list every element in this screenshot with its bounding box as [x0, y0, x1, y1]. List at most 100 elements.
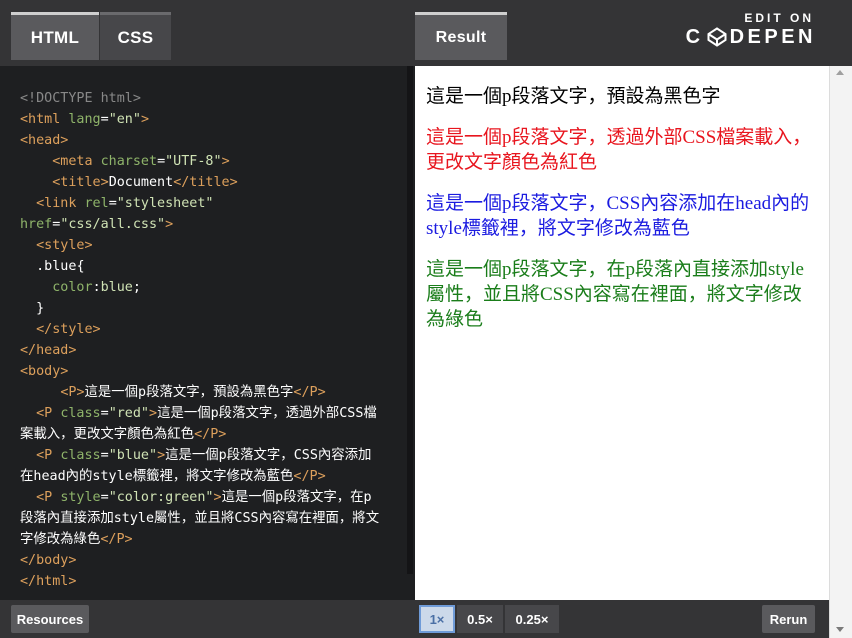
code-token: <P [20, 490, 61, 505]
code-token: 這是一個p段落文字，預設為黑色字 [84, 385, 294, 400]
code-token: href [20, 217, 53, 232]
code-token: > [140, 112, 149, 127]
code-line: <!DOCTYPE html> [20, 88, 382, 109]
code-line: href="css/all.css"> [20, 214, 382, 235]
code-token: "UTF-8" [165, 154, 222, 169]
code-token: { [76, 259, 85, 274]
html-code-editor[interactable]: <!DOCTYPE html> <html lang="en"> <head> <m… [0, 66, 415, 600]
codepen-wordmark: C DEPEN [686, 27, 816, 47]
codepen-brand-link[interactable]: EDIT ON C DEPEN [686, 11, 816, 47]
code-line: <head> [20, 130, 382, 151]
code-token: lang [68, 112, 101, 127]
code-line: <P style="color:green">這是一個p段落文字，在p段落內直接… [20, 487, 382, 550]
code-token: </P> [100, 532, 133, 547]
code-token: class [60, 406, 101, 421]
code-token: "blue" [108, 448, 158, 463]
code-token: "color:green" [108, 490, 214, 505]
result-preview: 這是一個p段落文字，預設為黑色字 這是一個p段落文字，透過外部CSS檔案載入，更… [415, 66, 829, 600]
code-line: </head> [20, 340, 382, 361]
result-scrollbar[interactable] [829, 66, 852, 638]
code-line: <html lang="en"> [20, 109, 382, 130]
code-token: </html> [20, 574, 77, 589]
bottom-bar [0, 600, 829, 638]
code-line: <style> [20, 235, 382, 256]
code-line: <link rel="stylesheet" [20, 193, 382, 214]
code-content[interactable]: <!DOCTYPE html> <html lang="en"> <head> <m… [20, 88, 382, 592]
codepen-wordmark-right: DEPEN [729, 26, 816, 48]
code-line: </style> [20, 319, 382, 340]
result-paragraph-black: 這是一個p段落文字，預設為黑色字 [426, 86, 721, 107]
code-token: "css/all.css" [60, 217, 166, 232]
code-token: > [165, 217, 174, 232]
editor-scrollbar[interactable] [405, 66, 415, 574]
code-token: = [100, 406, 109, 421]
code-token: > [213, 490, 222, 505]
result-paragraph-blue: 這是一個p段落文字，CSS內容添加在head內的style標籤裡，將文字修改為藍… [426, 193, 810, 239]
result-paragraph-green: 這是一個p段落文字，在p段落內直接添加style屬性，並且將CSS內容寫在裡面，… [426, 259, 804, 330]
code-token: = [100, 112, 109, 127]
code-token: "stylesheet" [116, 196, 214, 211]
zoom-0-5x-button[interactable]: 0.5× [457, 605, 503, 633]
editor-scrollbar-thumb[interactable] [407, 66, 413, 574]
code-token: <P> [20, 385, 85, 400]
code-token: </style> [20, 322, 101, 337]
code-line: <title>Document</title> [20, 172, 382, 193]
edit-on-label: EDIT ON [744, 11, 814, 25]
resources-button[interactable]: Resources [11, 605, 89, 633]
code-line: </html> [20, 571, 382, 592]
zoom-1x-button[interactable]: 1× [419, 605, 455, 633]
code-token: <link [20, 196, 85, 211]
tab-html[interactable]: HTML [11, 12, 99, 60]
scroll-down-arrow-icon[interactable] [836, 627, 844, 632]
code-token: = [157, 154, 166, 169]
code-token: blue [100, 280, 133, 295]
code-token: class [60, 448, 101, 463]
code-token: > [221, 154, 230, 169]
code-token: <style> [20, 238, 93, 253]
code-token: </body> [20, 553, 77, 568]
code-line: </body> [20, 550, 382, 571]
code-token: style [60, 490, 101, 505]
code-line: <P class="blue">這是一個p段落文字，CSS內容添加在head內的… [20, 445, 382, 487]
tab-result[interactable]: Result [415, 12, 507, 60]
code-token: <head> [20, 133, 69, 148]
code-token: > [149, 406, 158, 421]
code-token: Document [108, 175, 174, 190]
code-token: = [100, 448, 109, 463]
code-token: <!DOCTYPE html> [20, 91, 141, 106]
code-token: <html [20, 112, 69, 127]
codepen-wordmark-left: C [685, 26, 704, 48]
code-token: : [92, 280, 101, 295]
tab-css[interactable]: CSS [100, 12, 171, 60]
code-token: <title> [20, 175, 109, 190]
code-token: </P> [293, 385, 326, 400]
scroll-up-arrow-icon[interactable] [836, 70, 844, 75]
code-line: <P>這是一個p段落文字，預設為黑色字</P> [20, 382, 382, 403]
code-token: </head> [20, 343, 77, 358]
code-line: <meta charset="UTF-8"> [20, 151, 382, 172]
code-token: </title> [173, 175, 238, 190]
code-token: "en" [108, 112, 141, 127]
zoom-0-25x-button[interactable]: 0.25× [505, 605, 559, 633]
code-token: <P [20, 406, 61, 421]
code-token: color [20, 280, 93, 295]
code-line: <body> [20, 361, 382, 382]
code-token: </P> [293, 469, 326, 484]
code-token: <body> [20, 364, 69, 379]
codepen-logo-icon [707, 27, 727, 47]
rerun-button[interactable]: Rerun [762, 605, 815, 633]
code-token: rel [84, 196, 109, 211]
code-token: } [20, 301, 45, 316]
code-token: <P [20, 448, 61, 463]
code-token: </P> [194, 427, 227, 442]
code-token: > [157, 448, 166, 463]
code-line: <P class="red">這是一個p段落文字，透過外部CSS檔案載入，更改文… [20, 403, 382, 445]
code-token: "red" [108, 406, 149, 421]
code-line: .blue{ [20, 256, 382, 277]
result-paragraph-red: 這是一個p段落文字，透過外部CSS檔案載入，更改文字顏色為紅色 [426, 127, 812, 173]
code-token: charset [100, 154, 158, 169]
code-token: = [100, 490, 109, 505]
code-token: = [108, 196, 117, 211]
code-token: ; [132, 280, 141, 295]
code-token: .blue [20, 259, 77, 274]
